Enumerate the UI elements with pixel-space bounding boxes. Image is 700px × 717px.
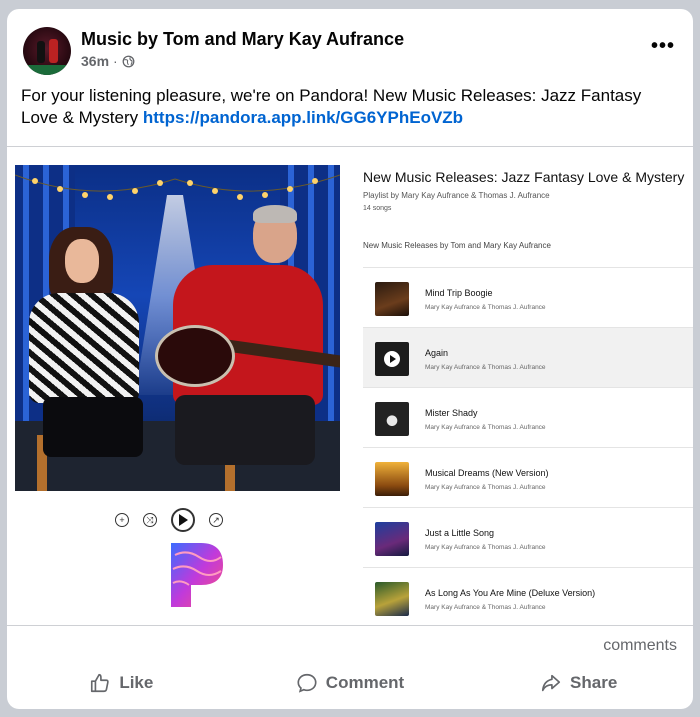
shuffle-icon[interactable]: ⤨ [143, 513, 157, 527]
like-button[interactable]: Like [7, 661, 236, 705]
player-controls: + ⤨ ↗ [115, 507, 245, 533]
play-icon[interactable] [384, 351, 400, 367]
track-row[interactable]: Again Mary Kay Aufrance & Thomas J. Aufr… [363, 327, 693, 387]
globe-icon[interactable] [122, 55, 135, 68]
singer-body [29, 293, 139, 403]
more-options-button[interactable]: ••• [651, 35, 675, 58]
guitarist-hair [253, 205, 297, 223]
singer-face [65, 239, 99, 283]
track-artist: Mary Kay Aufrance & Thomas J. Aufrance [425, 484, 546, 491]
playlist-subtitle: New Music Releases by Tom and Mary Kay A… [363, 241, 551, 250]
track-artist: Mary Kay Aufrance & Thomas J. Aufrance [425, 424, 546, 431]
track-row[interactable]: Mister Shady Mary Kay Aufrance & Thomas … [363, 387, 693, 447]
share-button[interactable]: Share [464, 661, 693, 705]
guitar [155, 325, 235, 387]
share-icon[interactable]: ↗ [209, 513, 223, 527]
track-cover [375, 282, 409, 316]
track-name: Mister Shady [425, 408, 478, 418]
thumbs-up-icon [91, 673, 110, 693]
playlist-count: 14 songs [363, 205, 392, 212]
track-cover [375, 522, 409, 556]
track-name: Musical Dreams (New Version) [425, 468, 549, 478]
track-artist: Mary Kay Aufrance & Thomas J. Aufrance [425, 544, 546, 551]
track-cover [375, 342, 409, 376]
play-button[interactable] [171, 508, 195, 532]
track-cover [375, 462, 409, 496]
track-artist: Mary Kay Aufrance & Thomas J. Aufrance [425, 364, 546, 371]
post-meta: 36m · [81, 53, 135, 69]
track-artist: Mary Kay Aufrance & Thomas J. Aufrance [425, 604, 546, 611]
play-icon [179, 514, 188, 526]
track-name: Mind Trip Boogie [425, 288, 493, 298]
share-label: Share [570, 673, 618, 692]
pandora-logo-icon [171, 543, 223, 607]
track-list: Mind Trip Boogie Mary Kay Aufrance & Tho… [363, 267, 693, 625]
track-cover [375, 402, 409, 436]
post-text: For your listening pleasure, we're on Pa… [21, 85, 661, 129]
like-label: Like [119, 673, 154, 692]
track-name: As Long As You Are Mine (Deluxe Version) [425, 588, 596, 598]
track-row[interactable]: Musical Dreams (New Version) Mary Kay Au… [363, 447, 693, 507]
meta-separator: · [113, 53, 118, 69]
comment-label: Comment [325, 673, 405, 692]
post-header: Music by Tom and Mary Kay Aufrance 36m ·… [21, 25, 679, 75]
author-name[interactable]: Music by Tom and Mary Kay Aufrance [81, 29, 404, 50]
album-art [15, 165, 340, 491]
avatar[interactable] [23, 27, 71, 75]
post-card: Music by Tom and Mary Kay Aufrance 36m ·… [7, 9, 693, 709]
track-row[interactable]: As Long As You Are Mine (Deluxe Version)… [363, 567, 693, 625]
track-artist: Mary Kay Aufrance & Thomas J. Aufrance [425, 304, 546, 311]
comment-button[interactable]: Comment [236, 661, 465, 705]
action-bar: Like Comment Share [7, 661, 693, 705]
track-row[interactable]: Mind Trip Boogie Mary Kay Aufrance & Tho… [363, 267, 693, 327]
track-name: Just a Little Song [425, 528, 495, 538]
share-arrow-icon [541, 674, 561, 692]
add-icon[interactable]: + [115, 513, 129, 527]
playlist-owner: Playlist by Mary Kay Aufrance & Thomas J… [363, 191, 550, 200]
guitarist-legs [175, 395, 315, 465]
track-cover [375, 582, 409, 616]
playlist-title: New Music Releases: Jazz Fantasy Love & … [363, 169, 685, 185]
post-time[interactable]: 36m [81, 53, 109, 69]
comments-link[interactable]: comments [603, 637, 677, 655]
track-row[interactable]: Just a Little Song Mary Kay Aufrance & T… [363, 507, 693, 567]
singer-legs [43, 397, 143, 457]
track-name: Again [425, 348, 449, 358]
link-preview[interactable]: + ⤨ ↗ New Music Releases: Jazz Fantasy L… [7, 146, 693, 626]
post-link[interactable]: https://pandora.app.link/GG6YPhEoVZb [143, 108, 463, 127]
comment-icon [297, 673, 317, 693]
